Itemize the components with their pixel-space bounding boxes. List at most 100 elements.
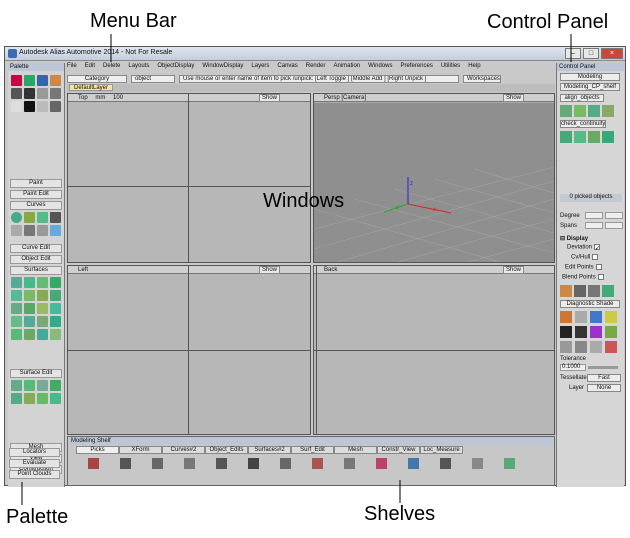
menu-utilities[interactable]: Utilities <box>441 63 460 72</box>
surface-tool-icon[interactable] <box>11 277 22 288</box>
menu-render[interactable]: Render <box>306 63 326 72</box>
shade-tool-icon[interactable] <box>605 311 617 323</box>
menu-preferences[interactable]: Preferences <box>400 63 432 72</box>
paint-tool-icon[interactable] <box>37 75 48 86</box>
surface-tool-icon[interactable] <box>24 329 35 340</box>
shelf-tab-curves2[interactable]: Curves#2 <box>162 446 205 454</box>
tab-align-objects[interactable]: align_objects <box>560 94 604 102</box>
shelf-tab-surfaces2[interactable]: Surfaces#2 <box>248 446 291 454</box>
surface-tool-icon[interactable] <box>50 290 61 301</box>
blend-points-checkbox[interactable] <box>597 274 604 280</box>
menu-layouts[interactable]: Layouts <box>128 63 149 72</box>
curve-tool-icon[interactable] <box>37 225 48 236</box>
circle-tool-icon[interactable] <box>11 212 22 223</box>
surface-tool-icon[interactable] <box>24 316 35 327</box>
render-tool-icon[interactable] <box>588 285 600 297</box>
object-dropdown[interactable]: object <box>131 74 175 83</box>
render-tool-icon[interactable] <box>574 285 586 297</box>
continuity-tool-icon[interactable] <box>574 131 586 143</box>
shelf-tab-object-edits[interactable]: Object_Edits <box>205 446 248 454</box>
shelf-tool-icon[interactable] <box>152 458 163 469</box>
curve-tool-icon[interactable] <box>50 212 61 223</box>
shade-tool-icon[interactable] <box>590 326 602 338</box>
shade-tool-icon[interactable] <box>605 341 617 353</box>
palette-section-paint-edit[interactable]: Paint Edit <box>10 190 62 199</box>
continuity-tool-icon[interactable] <box>588 131 600 143</box>
viewport-persp-show-button[interactable]: Show <box>502 94 524 102</box>
diagnostic-shade-header[interactable]: Diagnostic Shade <box>560 300 620 308</box>
shelf-tool-icon[interactable] <box>440 458 451 469</box>
paint-tool-icon[interactable] <box>37 88 48 99</box>
paint-tool-icon[interactable] <box>50 75 61 86</box>
deviation-checkbox[interactable]: ✓ <box>594 244 600 252</box>
shade-tool-icon[interactable] <box>590 311 602 323</box>
surface-tool-icon[interactable] <box>50 303 61 314</box>
shelf-tab-mesh[interactable]: Mesh <box>334 446 377 454</box>
palette-section-point-clouds[interactable]: Point Clouds <box>9 470 60 479</box>
viewport-persp[interactable]: Persp [Camera] Show x y z <box>313 93 555 263</box>
viewport-back[interactable]: Back Show <box>313 265 555 435</box>
degree-field-2[interactable] <box>605 212 623 219</box>
surface-tool-icon[interactable] <box>11 290 22 301</box>
paint-tool-icon[interactable] <box>11 101 22 112</box>
curve-tool-icon[interactable] <box>24 212 35 223</box>
align-tool-icon[interactable] <box>588 105 600 117</box>
align-tool-icon[interactable] <box>560 105 572 117</box>
menu-file[interactable]: File <box>67 63 77 72</box>
paint-tool-icon[interactable] <box>24 88 35 99</box>
surface-tool-icon[interactable] <box>37 290 48 301</box>
layer-dropdown[interactable]: None <box>587 384 621 392</box>
spans-field[interactable] <box>585 222 603 229</box>
default-layer-button[interactable]: DefaultLayer <box>69 84 114 91</box>
palette-section-locators[interactable]: Locators <box>9 448 60 457</box>
render-tool-icon[interactable] <box>602 285 614 297</box>
menu-animation[interactable]: Animation <box>333 63 360 72</box>
surface-tool-icon[interactable] <box>24 303 35 314</box>
curve-tool-icon[interactable] <box>24 225 35 236</box>
degree-field[interactable] <box>585 212 603 219</box>
shelf-tool-icon[interactable] <box>216 458 227 469</box>
surface-edit-tool-icon[interactable] <box>24 393 35 404</box>
menu-windowdisplay[interactable]: WindowDisplay <box>202 63 243 72</box>
shelf-tool-icon[interactable] <box>184 458 195 469</box>
surface-tool-icon[interactable] <box>37 329 48 340</box>
surface-tool-icon[interactable] <box>50 316 61 327</box>
paint-tool-icon[interactable] <box>50 101 61 112</box>
shelf-tab-xform[interactable]: XForm <box>119 446 162 454</box>
surface-edit-tool-icon[interactable] <box>50 380 61 391</box>
shelf-tool-icon[interactable] <box>344 458 355 469</box>
surface-tool-icon[interactable] <box>11 329 22 340</box>
shelf-tab-surf-edit[interactable]: Surf_Edit <box>291 446 334 454</box>
tessellate-dropdown[interactable]: Fast <box>587 374 621 382</box>
workspaces-button[interactable]: Workspaces <box>463 74 501 83</box>
spans-field-2[interactable] <box>605 222 623 229</box>
continuity-tool-icon[interactable] <box>602 131 614 143</box>
shade-tool-icon[interactable] <box>590 341 602 353</box>
palette-section-evaluate[interactable]: Evaluate <box>9 459 60 468</box>
shade-tool-icon[interactable] <box>560 311 572 323</box>
shelf-tab-loc-measure[interactable]: Loc_Measure <box>420 446 463 454</box>
palette-section-curve-edit[interactable]: Curve Edit <box>10 244 62 253</box>
shade-tool-icon[interactable] <box>575 326 587 338</box>
align-tool-icon[interactable] <box>574 105 586 117</box>
surface-tool-icon[interactable] <box>11 303 22 314</box>
surface-tool-icon[interactable] <box>24 277 35 288</box>
viewport-left[interactable]: Left Show <box>67 265 311 435</box>
palette-section-object-edit[interactable]: Object Edit <box>10 255 62 264</box>
viewport-top[interactable]: Top mm 100 Show <box>67 93 311 263</box>
surface-tool-icon[interactable] <box>50 277 61 288</box>
paint-tool-icon[interactable] <box>24 75 35 86</box>
cp-shelf-dropdown[interactable]: Modeling_CP_shelf <box>560 83 620 91</box>
shelf-tab-constr-view[interactable]: Constr_View <box>377 446 420 454</box>
surface-edit-tool-icon[interactable] <box>11 393 22 404</box>
shelf-tool-icon[interactable] <box>248 458 259 469</box>
tolerance-field[interactable]: 0.1000 <box>560 364 586 371</box>
align-tool-icon[interactable] <box>602 105 614 117</box>
shelf-tool-icon[interactable] <box>504 458 515 469</box>
surface-tool-icon[interactable] <box>24 290 35 301</box>
shelf-tool-icon[interactable] <box>120 458 131 469</box>
paint-tool-icon[interactable] <box>50 88 61 99</box>
surface-edit-tool-icon[interactable] <box>24 380 35 391</box>
shade-tool-icon[interactable] <box>560 326 572 338</box>
surface-tool-icon[interactable] <box>37 303 48 314</box>
